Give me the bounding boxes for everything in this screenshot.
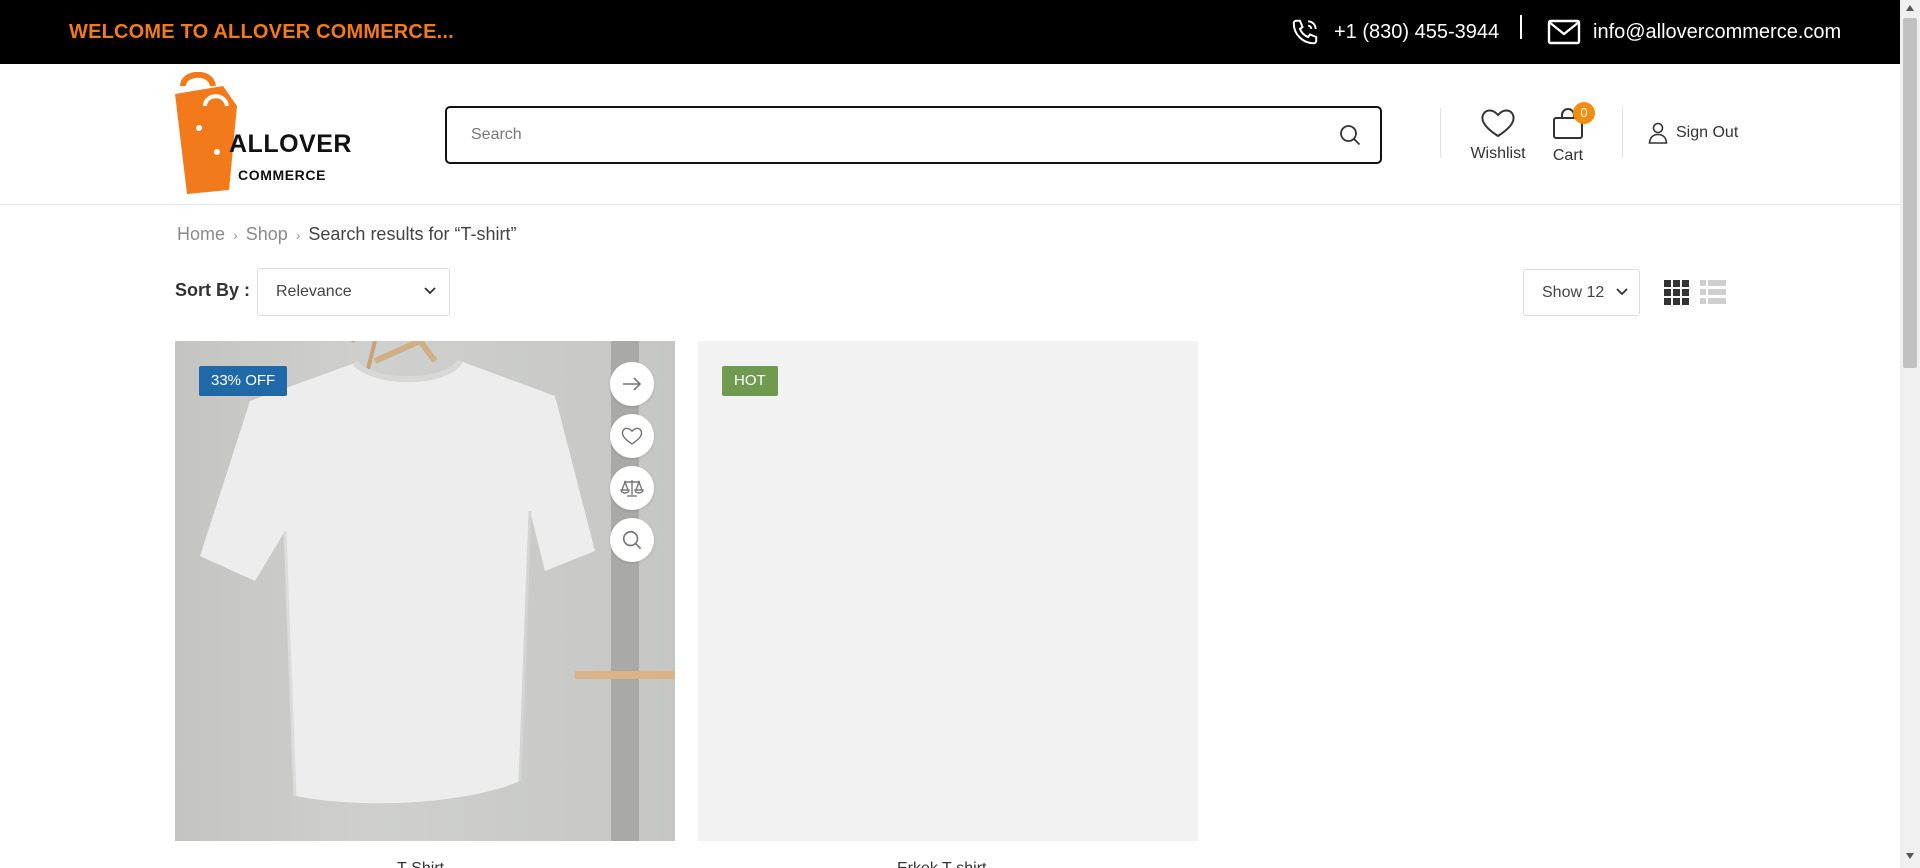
wishlist-label: Wishlist	[1470, 145, 1526, 162]
product-card[interactable]: HOT	[698, 341, 1198, 841]
chevron-right-icon: ›	[233, 226, 238, 243]
breadcrumb-home[interactable]: Home	[177, 224, 225, 245]
cart-count-badge: 0	[1573, 102, 1595, 124]
discount-badge: 33% OFF	[199, 366, 288, 396]
grid-view-icon[interactable]	[1664, 280, 1689, 305]
chevron-down-icon	[1616, 288, 1628, 296]
sort-select[interactable]: Relevance	[257, 268, 450, 316]
logo-word-allover: ALLOVER	[229, 130, 352, 158]
logo-word-commerce: COMMERCE	[238, 167, 327, 183]
product-image[interactable]	[175, 341, 675, 841]
quick-view-button[interactable]	[610, 518, 654, 562]
compare-icon	[620, 480, 644, 497]
phone-number: +1 (830) 455-3944	[1334, 20, 1500, 43]
tshirt-image	[200, 341, 595, 804]
cart-label: Cart	[1552, 147, 1584, 164]
top-bar-divider	[1520, 15, 1522, 39]
phone-icon	[1292, 19, 1318, 45]
add-to-wishlist-button[interactable]	[610, 414, 654, 458]
wishlist-button[interactable]: Wishlist	[1468, 108, 1528, 163]
breadcrumb-current: Search results for “T-shirt”	[308, 224, 517, 244]
sign-out-link[interactable]: Sign Out	[1648, 122, 1738, 144]
show-count-value: Show 12	[1542, 284, 1605, 301]
search-box	[445, 106, 1382, 164]
email-link[interactable]: info@allovercommerce.com	[1547, 0, 1841, 64]
hot-badge: HOT	[722, 366, 778, 396]
chevron-right-icon: ›	[295, 226, 301, 243]
mail-icon	[1547, 19, 1581, 45]
header-divider	[1440, 108, 1441, 158]
list-view-icon[interactable]	[1700, 280, 1726, 305]
welcome-text: WELCOME TO ALLOVER COMMERCE...	[69, 21, 454, 43]
scroll-up-icon[interactable]	[1905, 4, 1915, 12]
product-title[interactable]: T-Shirt	[397, 860, 444, 868]
breadcrumb-shop[interactable]: Shop	[246, 224, 288, 245]
arrow-right-icon	[623, 377, 642, 391]
product-actions	[610, 362, 654, 570]
user-icon	[1648, 122, 1668, 144]
header-divider	[1622, 108, 1623, 158]
search-input[interactable]	[471, 108, 1291, 162]
product-title[interactable]: Erkek T-shirt	[897, 860, 987, 868]
heart-icon	[621, 427, 643, 445]
heart-icon	[1481, 109, 1515, 138]
breadcrumb: Home › Shop › Search results for “T-shir…	[177, 224, 516, 245]
search-icon[interactable]	[1338, 123, 1362, 147]
site-header: ALLOVER COMMERCE Wishlist Cart 0 Sign Ou…	[0, 64, 1900, 205]
show-count-select[interactable]: Show 12	[1523, 269, 1640, 316]
chevron-down-icon	[424, 287, 436, 295]
email-address: info@allovercommerce.com	[1593, 20, 1842, 43]
top-bar: WELCOME TO ALLOVER COMMERCE... +1 (830) …	[0, 0, 1900, 64]
scrollbar-thumb[interactable]	[1903, 18, 1917, 368]
sign-out-label: Sign Out	[1676, 124, 1739, 141]
zoom-icon	[622, 530, 642, 550]
compare-button[interactable]	[610, 466, 654, 510]
view-product-button[interactable]	[610, 362, 654, 406]
product-card[interactable]: 33% OFF	[175, 341, 675, 841]
sort-by-label: Sort By :	[175, 280, 251, 300]
scroll-down-icon[interactable]	[1905, 852, 1915, 860]
phone-link[interactable]: +1 (830) 455-3944	[1290, 0, 1499, 64]
site-logo[interactable]: ALLOVER COMMERCE	[165, 72, 351, 194]
page-scrollbar[interactable]	[1900, 0, 1920, 868]
sort-select-value: Relevance	[276, 283, 352, 300]
